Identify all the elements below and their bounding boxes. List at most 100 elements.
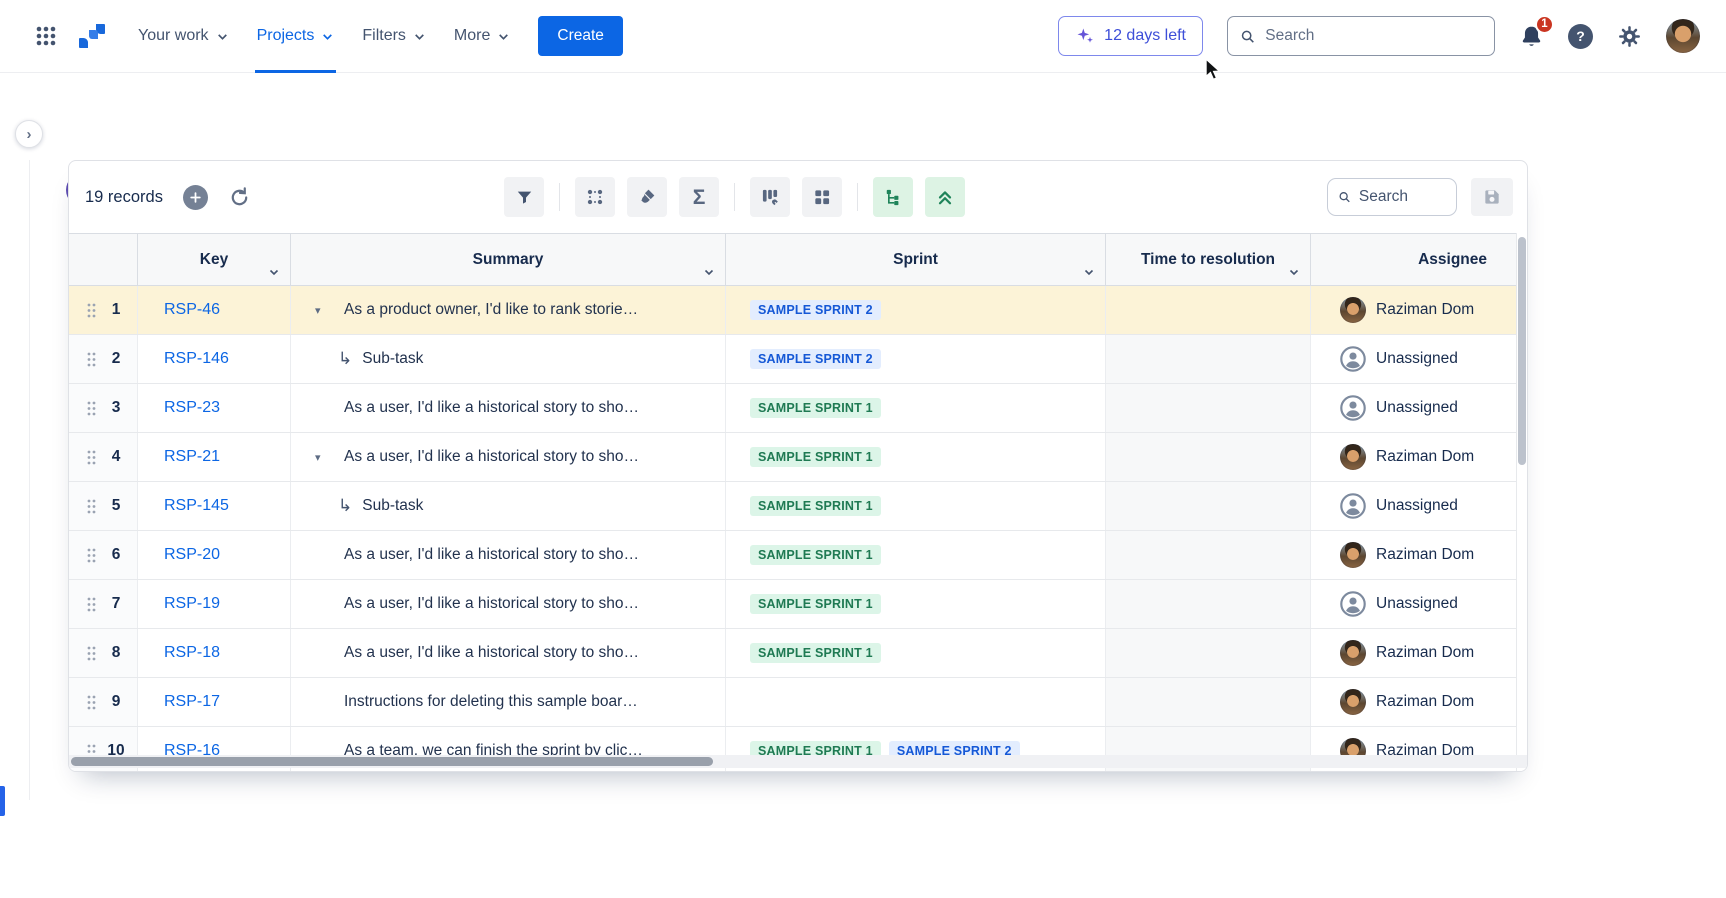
- app-switcher-icon[interactable]: [26, 16, 66, 56]
- summary-cell[interactable]: ▾ ↳ As a product owner, I'd like to rank…: [291, 286, 726, 334]
- horizontal-scrollbar-thumb[interactable]: [71, 757, 713, 766]
- user-avatar[interactable]: [1666, 19, 1700, 53]
- summary-cell[interactable]: ▾ ↳ As a user, I'd like a historical sto…: [291, 629, 726, 677]
- nav-item-more[interactable]: More: [440, 0, 524, 73]
- table-row[interactable]: 5 RSP-145 ▾ ↳ Sub-task SAMPLE SPRINT 1 U…: [69, 482, 1527, 531]
- header-summary[interactable]: Summary: [291, 234, 726, 285]
- nav-item-projects[interactable]: Projects: [243, 0, 349, 73]
- table-row[interactable]: 4 RSP-21 ▾ ↳ As a user, I'd like a histo…: [69, 433, 1527, 482]
- assignee-cell[interactable]: Raziman Dom: [1311, 286, 1517, 334]
- sprint-cell[interactable]: SAMPLE SPRINT 1: [726, 580, 1106, 628]
- drag-handle-icon[interactable]: [87, 303, 96, 318]
- issue-key-link[interactable]: RSP-145: [164, 497, 229, 515]
- drag-handle-icon[interactable]: [87, 646, 96, 661]
- create-button[interactable]: Create: [538, 16, 623, 56]
- settings-gear-icon[interactable]: [1617, 24, 1642, 49]
- row-handle-cell[interactable]: 6: [69, 531, 138, 579]
- table-search-input[interactable]: [1359, 188, 1446, 206]
- hierarchy-tree-button[interactable]: [873, 177, 913, 217]
- assignee-cell[interactable]: Unassigned: [1311, 482, 1517, 530]
- sprint-badge[interactable]: SAMPLE SPRINT 1: [750, 643, 881, 663]
- table-row[interactable]: 3 RSP-23 ▾ ↳ As a user, I'd like a histo…: [69, 384, 1527, 433]
- issue-key-link[interactable]: RSP-17: [164, 693, 220, 711]
- sprint-badge[interactable]: SAMPLE SPRINT 1: [750, 594, 881, 614]
- drag-handle-icon[interactable]: [87, 499, 96, 514]
- assignee-cell[interactable]: Raziman Dom: [1311, 531, 1517, 579]
- table-row[interactable]: 9 RSP-17 ▾ ↳ Instructions for deleting t…: [69, 678, 1527, 727]
- jira-logo[interactable]: [76, 20, 108, 52]
- sprint-cell[interactable]: SAMPLE SPRINT 1: [726, 629, 1106, 677]
- issue-key-link[interactable]: RSP-46: [164, 301, 220, 319]
- nav-item-filters[interactable]: Filters: [348, 0, 440, 73]
- conditional-format-button[interactable]: [575, 177, 615, 217]
- issue-key-link[interactable]: RSP-146: [164, 350, 229, 368]
- expand-toggle-icon[interactable]: ▾: [315, 304, 321, 317]
- sprint-badge[interactable]: SAMPLE SPRINT 1: [750, 447, 881, 467]
- save-view-button[interactable]: [1471, 178, 1513, 216]
- table-search[interactable]: [1327, 178, 1457, 216]
- summary-cell[interactable]: ▾ ↳ Sub-task: [291, 335, 726, 383]
- collapse-all-button[interactable]: [925, 177, 965, 217]
- drag-handle-icon[interactable]: [87, 548, 96, 563]
- assignee-cell[interactable]: Raziman Dom: [1311, 629, 1517, 677]
- table-row[interactable]: 2 RSP-146 ▾ ↳ Sub-task SAMPLE SPRINT 2 U…: [69, 335, 1527, 384]
- trial-days-left-button[interactable]: 12 days left: [1058, 16, 1203, 56]
- drag-handle-icon[interactable]: [87, 352, 96, 367]
- table-row[interactable]: 1 RSP-46 ▾ ↳ As a product owner, I'd lik…: [69, 286, 1527, 335]
- summary-cell[interactable]: ▾ ↳ As a user, I'd like a historical sto…: [291, 384, 726, 432]
- header-time-to-resolution[interactable]: Time to resolution: [1106, 234, 1311, 285]
- drag-handle-icon[interactable]: [87, 401, 96, 416]
- sprint-badge[interactable]: SAMPLE SPRINT 2: [750, 300, 881, 320]
- row-handle-cell[interactable]: 7: [69, 580, 138, 628]
- sprint-badge[interactable]: SAMPLE SPRINT 1: [750, 496, 881, 516]
- sprint-cell[interactable]: [726, 678, 1106, 726]
- expand-toggle-icon[interactable]: ▾: [315, 451, 321, 464]
- row-handle-cell[interactable]: 8: [69, 629, 138, 677]
- chevron-down-icon[interactable]: [703, 266, 715, 278]
- drag-handle-icon[interactable]: [87, 597, 96, 612]
- refresh-icon[interactable]: [228, 186, 251, 209]
- row-handle-cell[interactable]: 5: [69, 482, 138, 530]
- chevron-down-icon[interactable]: [1083, 266, 1095, 278]
- row-handle-cell[interactable]: 1: [69, 286, 138, 334]
- summary-cell[interactable]: ▾ ↳ As a user, I'd like a historical sto…: [291, 531, 726, 579]
- nav-item-your-work[interactable]: Your work: [124, 0, 243, 73]
- assignee-cell[interactable]: Raziman Dom: [1311, 433, 1517, 481]
- summary-cell[interactable]: ▾ ↳ Sub-task: [291, 482, 726, 530]
- assignee-cell[interactable]: Unassigned: [1311, 580, 1517, 628]
- add-record-button[interactable]: [183, 185, 208, 210]
- global-search-input[interactable]: [1265, 27, 1482, 45]
- sprint-badge[interactable]: SAMPLE SPRINT 2: [750, 349, 881, 369]
- paintbrush-button[interactable]: [627, 177, 667, 217]
- issue-key-link[interactable]: RSP-21: [164, 448, 220, 466]
- chevron-down-icon[interactable]: [1288, 266, 1300, 278]
- notifications-button[interactable]: 1: [1519, 24, 1544, 49]
- sprint-badge[interactable]: SAMPLE SPRINT 1: [750, 398, 881, 418]
- sprint-cell[interactable]: SAMPLE SPRINT 1: [726, 482, 1106, 530]
- issue-key-link[interactable]: RSP-18: [164, 644, 220, 662]
- summary-cell[interactable]: ▾ ↳ As a user, I'd like a historical sto…: [291, 580, 726, 628]
- table-row[interactable]: 6 RSP-20 ▾ ↳ As a user, I'd like a histo…: [69, 531, 1527, 580]
- table-row[interactable]: 7 RSP-19 ▾ ↳ As a user, I'd like a histo…: [69, 580, 1527, 629]
- drag-handle-icon[interactable]: [87, 695, 96, 710]
- row-handle-cell[interactable]: 3: [69, 384, 138, 432]
- assignee-cell[interactable]: Unassigned: [1311, 384, 1517, 432]
- vertical-scrollbar-thumb[interactable]: [1518, 237, 1526, 465]
- row-handle-cell[interactable]: 4: [69, 433, 138, 481]
- sprint-cell[interactable]: SAMPLE SPRINT 2: [726, 286, 1106, 334]
- header-assignee[interactable]: Assignee: [1311, 234, 1517, 285]
- sprint-cell[interactable]: SAMPLE SPRINT 2: [726, 335, 1106, 383]
- sprint-cell[interactable]: SAMPLE SPRINT 1: [726, 531, 1106, 579]
- header-sprint[interactable]: Sprint: [726, 234, 1106, 285]
- sum-sigma-button[interactable]: Σ: [679, 177, 719, 217]
- drag-handle-icon[interactable]: [87, 450, 96, 465]
- issue-key-link[interactable]: RSP-20: [164, 546, 220, 564]
- summary-cell[interactable]: ▾ ↳ Instructions for deleting this sampl…: [291, 678, 726, 726]
- assignee-cell[interactable]: Unassigned: [1311, 335, 1517, 383]
- issue-key-link[interactable]: RSP-23: [164, 399, 220, 417]
- sprint-cell[interactable]: SAMPLE SPRINT 1: [726, 384, 1106, 432]
- chevron-down-icon[interactable]: [268, 266, 280, 278]
- global-search[interactable]: [1227, 16, 1495, 56]
- help-button[interactable]: ?: [1568, 24, 1593, 49]
- grid-view-button[interactable]: [802, 177, 842, 217]
